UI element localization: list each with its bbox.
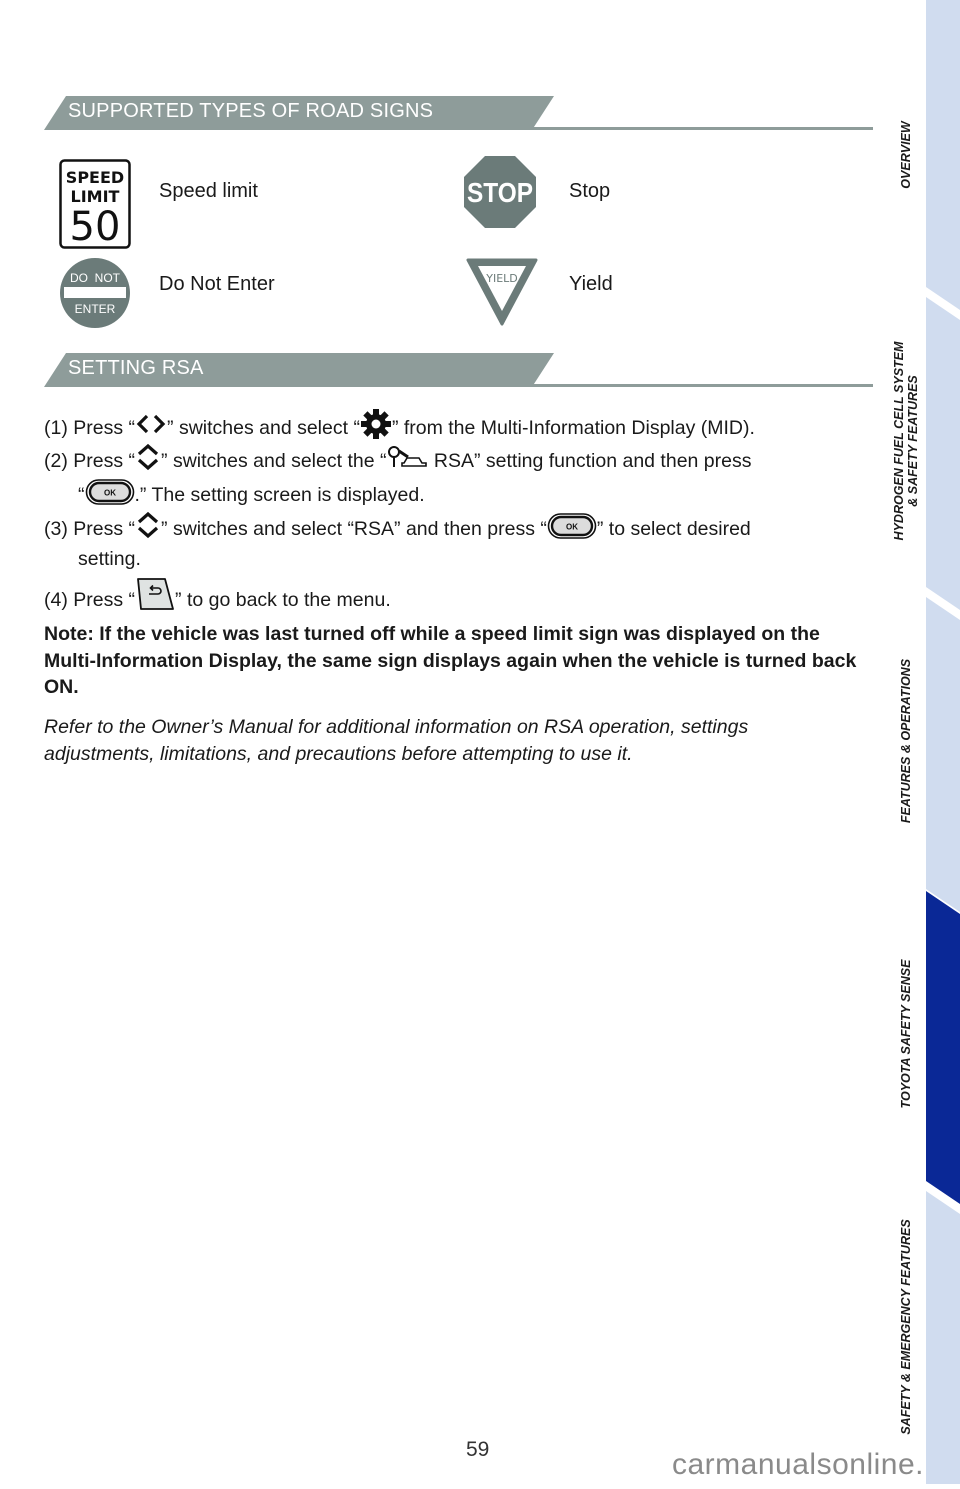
sign-text-do-not: DO NOT [70, 271, 121, 285]
sign-label-yield: Yield [569, 273, 613, 295]
sidebar-tab-safety-emergency[interactable]: SAFETY & EMERGENCY FEATURES [899, 1202, 913, 1452]
refer-text: Refer to the Owner’s Manual for addition… [44, 716, 749, 765]
sign-text-50: 50 [70, 204, 121, 249]
tab-label-text: HYDROGEN FUEL CELL SYSTEM [892, 341, 906, 541]
up-down-arrows-icon [135, 511, 161, 545]
yield-sign-icon: YIELD [466, 258, 538, 331]
sidebar-tab-shapes [926, 0, 960, 1484]
instruction-step-2-continued: “OK.” The setting screen is displayed. [78, 479, 425, 513]
back-button-icon [135, 577, 175, 617]
tab-shape-features [926, 597, 960, 912]
step-text: ” to go back to the menu. [175, 589, 391, 612]
step-text: ” to select desired [596, 518, 751, 541]
sidebar-tab-hydrogen-fuel-cell[interactable]: HYDROGEN FUEL CELL SYSTEM & SAFETY FEATU… [892, 326, 920, 556]
instruction-step-3-continued: setting. [78, 547, 141, 571]
step-text: RSA” setting function and then press [428, 450, 752, 473]
banner-rule [530, 127, 873, 130]
ok-button-icon: OK [547, 512, 597, 546]
section-banner-setting-rsa: SETTING RSA [44, 353, 554, 387]
step-number: (4) [44, 589, 68, 612]
instruction-step-3: (3) Press “ ” switches and select “RSA” a… [44, 511, 751, 547]
step-text: .” The setting screen is displayed. [134, 484, 425, 507]
sidebar-tab-toyota-safety-sense[interactable]: TOYOTA SAFETY SENSE [899, 944, 913, 1124]
tab-label-text: OVERVIEW [899, 121, 913, 189]
tab-label-text: TOYOTA SAFETY SENSE [899, 959, 913, 1109]
sidebar-tab-features-operations[interactable]: FEATURES & OPERATIONS [899, 641, 913, 841]
step-text: Press “ [73, 518, 136, 541]
note-text: Note: If the vehicle was last turned off… [44, 623, 857, 698]
speed-limit-sign-icon: SPEED LIMIT 50 [59, 159, 131, 254]
ok-label: OK [104, 489, 116, 498]
tab-label-text: SAFETY & EMERGENCY FEATURES [899, 1219, 913, 1435]
sign-label-stop: Stop [569, 180, 611, 202]
step-text: Press “ [73, 589, 136, 612]
page-number: 59 [466, 1438, 490, 1461]
sign-text-speed: SPEED [66, 168, 124, 187]
instruction-step-4: (4) Press “ ” to go back to the menu. [44, 578, 391, 621]
step-text: ” switches and select the “ [161, 450, 387, 473]
gear-icon [360, 408, 392, 446]
step-number: (2) [44, 450, 68, 473]
sign-text-enter: ENTER [75, 302, 116, 316]
sidebar-tab-overview[interactable]: OVERVIEW [899, 85, 913, 225]
step-text: Press “ [73, 450, 136, 473]
tab-shape-overview [926, 0, 960, 310]
step-text: ” switches and select “ [167, 417, 360, 440]
ok-button-icon: OK [85, 478, 135, 512]
step-text: ” from the Multi-Information Display (MI… [391, 417, 755, 440]
tab-label-text-line2: & SAFETY FEATURES [906, 375, 920, 507]
up-down-arrows-icon [135, 443, 161, 477]
tab-shape-tss [926, 891, 960, 1204]
tab-shape-hydrogen [926, 297, 960, 610]
tab-shape-safety [926, 1191, 960, 1484]
sign-text-stop: STOP [467, 177, 533, 208]
tab-label-text: FEATURES & OPERATIONS [899, 658, 913, 824]
sign-label-do-not-enter: Do Not Enter [159, 273, 275, 295]
step-text: ” switches and select “RSA” and then pre… [161, 518, 547, 541]
step-number: (1) [44, 417, 68, 440]
do-not-enter-sign-icon: DO NOT ENTER [59, 257, 131, 334]
instruction-step-2: (2) Press “ ” switches and select the “ R… [44, 443, 752, 479]
rsa-icon [386, 445, 428, 475]
step-number: (3) [44, 518, 68, 541]
section-title: SETTING RSA [68, 357, 204, 379]
section-title: SUPPORTED TYPES OF ROAD SIGNS [68, 100, 434, 122]
step-text: Press “ [73, 417, 136, 440]
step-text: setting. [78, 548, 141, 570]
sign-label-speed-limit: Speed limit [159, 180, 258, 202]
ok-label: OK [566, 523, 578, 532]
sign-text-yield: YIELD [485, 272, 518, 285]
stop-sign-icon: STOP [463, 155, 537, 234]
watermark: carmanualsonline.info [672, 1448, 960, 1481]
banner-rule [530, 384, 873, 387]
left-right-arrows-icon [135, 412, 167, 442]
sidebar-tabs [926, 0, 960, 1484]
section-banner-road-signs: SUPPORTED TYPES OF ROAD SIGNS [44, 96, 554, 130]
